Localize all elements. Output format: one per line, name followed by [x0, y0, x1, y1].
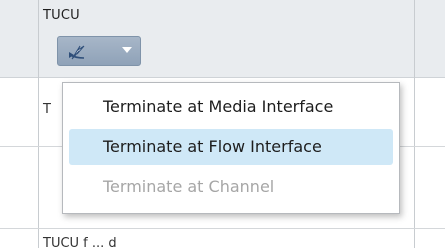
grid-line — [0, 228, 445, 229]
row-cell-text: TUCU f ... d — [43, 236, 117, 251]
column-title: TUCU — [43, 8, 80, 23]
terminate-dropdown-button[interactable] — [57, 36, 141, 66]
terminate-options-menu: Terminate at Media Interface Terminate a… — [62, 82, 400, 214]
menu-item-terminate-media-interface[interactable]: Terminate at Media Interface — [69, 89, 393, 125]
terminate-icon — [69, 45, 85, 60]
grid-line — [38, 0, 39, 248]
grid-line — [414, 0, 415, 248]
menu-item-terminate-channel: Terminate at Channel — [103, 177, 275, 196]
row-cell-text: T — [43, 102, 51, 117]
menu-item-terminate-flow-interface[interactable]: Terminate at Flow Interface — [69, 129, 393, 165]
chevron-down-icon — [122, 47, 132, 53]
